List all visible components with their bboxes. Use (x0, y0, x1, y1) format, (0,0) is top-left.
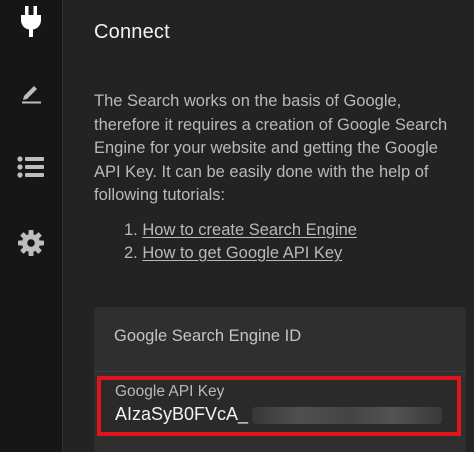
list-icon (17, 156, 44, 178)
search-engine-id-field[interactable]: Google Search Engine ID (114, 327, 301, 346)
sidebar-item-settings[interactable] (0, 227, 62, 259)
list-item: 1. How to create Search Engine (124, 219, 357, 242)
sidebar-item-edit[interactable] (0, 78, 62, 108)
divider (94, 371, 466, 372)
redacted-key-blur (252, 407, 442, 424)
api-key-value[interactable]: AIzaSyB0FVcA_ (115, 404, 248, 425)
main-panel: Connect The Search works on the basis of… (63, 0, 474, 452)
create-search-engine-link[interactable]: How to create Search Engine (142, 221, 357, 239)
credentials-form: Google Search Engine ID Google API Key A… (94, 307, 466, 452)
get-api-key-link[interactable]: How to get Google API Key (142, 244, 342, 262)
plug-icon (21, 6, 41, 37)
pencil-icon (22, 86, 41, 104)
sidebar-item-list[interactable] (0, 153, 62, 181)
sidebar-item-connect[interactable] (0, 4, 62, 40)
api-key-field[interactable]: Google API Key AIzaSyB0FVcA_ (97, 376, 461, 436)
list-item: 2. How to get Google API Key (124, 242, 357, 265)
sidebar (0, 0, 63, 452)
gear-icon (18, 230, 44, 256)
tutorial-list: 1. How to create Search Engine 2. How to… (124, 219, 357, 265)
page-title: Connect (94, 21, 170, 43)
list-number: 2. (124, 244, 138, 262)
list-number: 1. (124, 221, 138, 239)
api-key-label: Google API Key (115, 383, 225, 400)
description-text: The Search works on the basis of Google,… (94, 92, 448, 204)
